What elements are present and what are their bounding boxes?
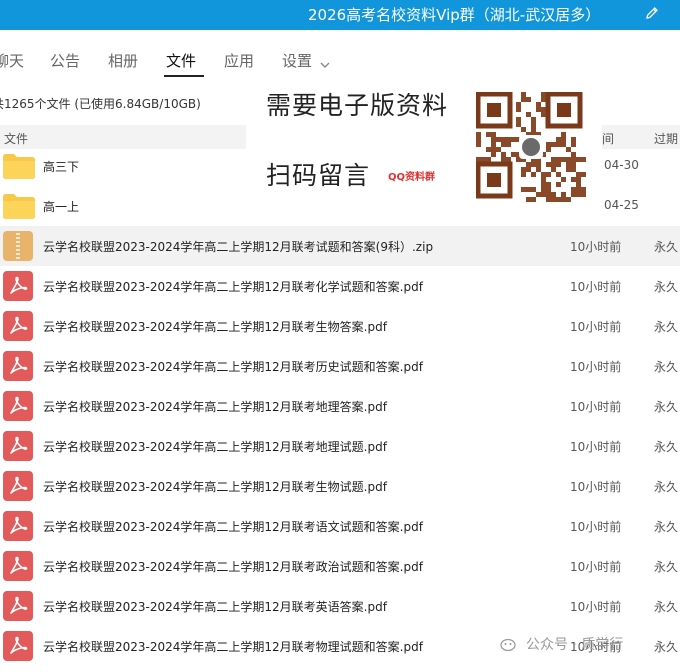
tab-album[interactable]: 相册 [108,50,138,71]
file-time: 10小时前 [570,400,622,414]
folder-icon [3,194,35,219]
pdf-file-icon [3,391,33,421]
pdf-file-icon [3,271,33,301]
window-title: 2026高考名校资料Vip群（湖北-武汉居多） [308,6,601,24]
window-title-bar: 2026高考名校资料Vip群（湖北-武汉居多） [0,0,680,30]
pdf-file-icon [3,511,33,541]
tab-chat[interactable]: 聊天 [0,50,24,71]
file-name: 云学名校联盟2023-2024学年高二上学期12月联考地理试题.pdf [43,440,387,454]
file-row[interactable]: 云学名校联盟2023-2024学年高二上学期12月联考政治试题和答案.pdf 10… [0,546,680,586]
file-name: 云学名校联盟2023-2024学年高二上学期12月联考试题和答案(9科）.zip [43,240,434,254]
file-expiry: 永久 [654,480,679,494]
file-name: 云学名校联盟2023-2024学年高二上学期12月联考历史试题和答案.pdf [43,360,423,374]
file-time: 10小时前 [570,520,622,534]
file-expiry: 永久 [654,240,679,254]
file-row[interactable]: 云学名校联盟2023-2024学年高二上学期12月联考地理试题.pdf 10小时前… [0,426,680,466]
pdf-file-icon [3,631,33,661]
qr-advert: 需要电子版资料 扫码留言 QQ资料群 [246,80,602,226]
folder-icon [3,154,35,179]
pdf-file-icon [3,431,33,461]
storage-summary: 共1265个文件 (已使用6.84GB/10GB) [0,97,201,111]
wechat-icon [500,638,520,652]
file-row[interactable]: 云学名校联盟2023-2024学年高二上学期12月联考生物答案.pdf 10小时前… [0,306,680,346]
file-time: 10小时前 [570,440,622,454]
file-time: 10小时前 [570,280,622,294]
tab-apps[interactable]: 应用 [224,50,254,71]
file-row[interactable]: 云学名校联盟2023-2024学年高二上学期12月联考语文试题和答案.pdf 10… [0,506,680,546]
tab-settings[interactable]: 设置 [282,50,312,71]
file-name: 云学名校联盟2023-2024学年高二上学期12月联考物理试题和答案.pdf [43,640,423,654]
file-time: 04-30 [604,158,639,172]
pdf-file-icon [3,591,33,621]
file-row[interactable]: 云学名校联盟2023-2024学年高二上学期12月联考生物试题.pdf 10小时前… [0,466,680,506]
file-row[interactable]: 云学名校联盟2023-2024学年高二上学期12月联考地理答案.pdf 10小时前… [0,386,680,426]
file-time: 10小时前 [570,600,622,614]
advert-line-2: 扫码留言 [266,161,371,190]
active-tab-indicator [164,75,204,77]
pdf-file-icon [3,551,33,581]
advert-tag: QQ资料群 [388,172,436,183]
column-name[interactable]: 文件 [4,130,28,147]
file-name: 高一上 [43,200,80,214]
edit-icon[interactable] [644,5,660,21]
file-expiry: 永久 [654,440,679,454]
file-expiry: 永久 [654,360,679,374]
file-expiry: 永久 [654,600,679,614]
tab-bar: 聊天 公告 相册 文件 应用 设置 [0,30,680,80]
watermark-text: 公众号 · 质学行 [526,637,624,653]
file-name: 云学名校联盟2023-2024学年高二上学期12月联考生物答案.pdf [43,320,387,334]
file-name: 高三下 [43,160,80,174]
file-time: 10小时前 [570,560,622,574]
file-row[interactable]: 云学名校联盟2023-2024学年高二上学期12月联考化学试题和答案.pdf 10… [0,266,680,306]
file-time: 04-25 [604,198,639,212]
file-name: 云学名校联盟2023-2024学年高二上学期12月联考地理答案.pdf [43,400,387,414]
column-expiry[interactable]: 过期 [654,130,678,147]
file-row[interactable]: 云学名校联盟2023-2024学年高二上学期12月联考历史试题和答案.pdf 10… [0,346,680,386]
file-name: 云学名校联盟2023-2024学年高二上学期12月联考生物试题.pdf [43,480,387,494]
pdf-file-icon [3,471,33,501]
file-name: 云学名校联盟2023-2024学年高二上学期12月联考政治试题和答案.pdf [43,560,423,574]
file-expiry: 永久 [654,400,679,414]
qr-code-image [476,92,586,202]
file-row[interactable]: 云学名校联盟2023-2024学年高二上学期12月联考英语答案.pdf 10小时前… [0,586,680,626]
file-expiry: 永久 [654,560,679,574]
file-expiry: 永久 [654,280,679,294]
zip-file-icon [3,231,33,261]
file-time: 10小时前 [570,320,622,334]
tab-files[interactable]: 文件 [166,50,196,71]
chevron-down-icon[interactable] [320,54,330,73]
file-row[interactable]: 云学名校联盟2023-2024学年高二上学期12月联考试题和答案(9科）.zip… [0,226,680,266]
file-expiry: 永久 [654,520,679,534]
tab-announcements[interactable]: 公告 [50,50,80,71]
file-time: 10小时前 [570,240,622,254]
file-expiry: 永久 [654,640,679,654]
watermark: 公众号 · 质学行 [500,634,623,654]
file-expiry: 永久 [654,320,679,334]
file-name: 云学名校联盟2023-2024学年高二上学期12月联考语文试题和答案.pdf [43,520,423,534]
file-time: 10小时前 [570,360,622,374]
file-time: 10小时前 [570,480,622,494]
pdf-file-icon [3,311,33,341]
pdf-file-icon [3,351,33,381]
file-name: 云学名校联盟2023-2024学年高二上学期12月联考英语答案.pdf [43,600,387,614]
file-name: 云学名校联盟2023-2024学年高二上学期12月联考化学试题和答案.pdf [43,280,423,294]
advert-line-1: 需要电子版资料 [266,91,449,120]
